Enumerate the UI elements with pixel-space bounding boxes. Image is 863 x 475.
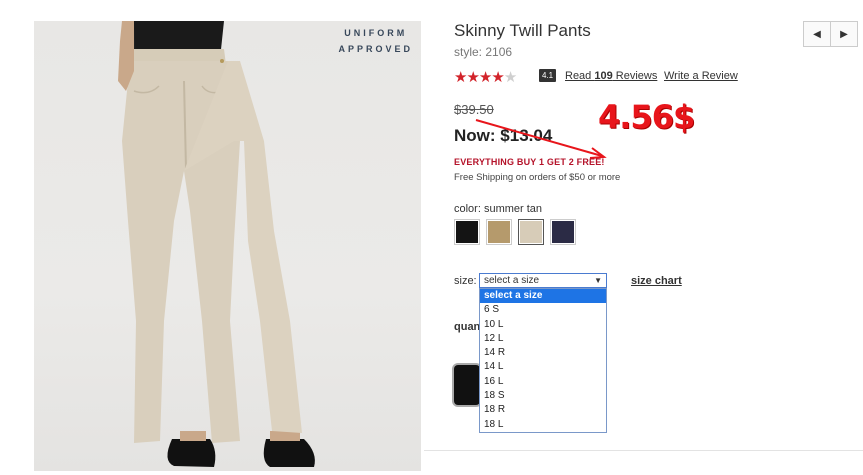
size-select[interactable]: select a size ▼ [479,273,607,288]
swatch-navy[interactable] [550,219,576,245]
uniform-approved-badge: UNIFORM APPROVED [338,28,413,54]
dropdown-arrow-icon: ▼ [594,276,602,285]
size-option[interactable]: 16 L [480,375,606,389]
rating-stars: ★★★★★ [454,68,517,86]
swatch-khaki[interactable] [486,219,512,245]
add-to-bag-button[interactable] [454,365,480,405]
promo-text: EVERYTHING BUY 1 GET 2 FREE! [454,157,605,167]
size-option[interactable]: select a size [480,289,606,304]
size-option[interactable]: 18 L [480,418,606,432]
prev-arrow-button[interactable]: ◀ [803,21,831,47]
read-reviews-link[interactable]: Read 109 Reviews [565,70,657,82]
product-title: Skinny Twill Pants [454,21,591,40]
size-option[interactable]: 12 L [480,332,606,346]
star-icon: ★ [454,69,467,86]
quantity-label: quan [454,321,481,333]
product-nav: ◀ ▶ [803,21,858,47]
next-arrow-button[interactable]: ▶ [831,21,858,47]
star-icon: ★ [466,69,479,86]
size-option[interactable]: 18 S [480,389,606,403]
size-option[interactable]: 10 L [480,318,606,332]
swatch-summer-tan[interactable] [518,219,544,245]
color-swatches [454,219,576,245]
size-select-value: select a size [484,275,540,286]
color-label: color: summer tan [454,203,543,215]
product-image: UNIFORM APPROVED [34,21,421,471]
star-icon: ★ [503,69,517,86]
rating-value-badge: 4.1 [539,69,557,82]
star-icon: ★ [478,69,492,86]
size-option[interactable]: 14 R [480,346,606,360]
swatch-black[interactable] [454,219,480,245]
shipping-text: Free Shipping on orders of $50 or more [454,172,621,183]
size-chart-link[interactable]: size chart [631,275,682,287]
size-label: size: [454,275,477,287]
star-icon: ★ [491,69,504,86]
size-option[interactable]: 18 R [480,403,606,417]
size-dropdown-list: select a size 6 S 10 L 12 L 14 R 14 L 16… [479,288,607,433]
overlay-price-annotation: 4.56$ [598,98,695,136]
write-review-link[interactable]: Write a Review [664,70,738,82]
size-option[interactable]: 6 S [480,303,606,317]
size-option[interactable]: 14 L [480,360,606,374]
pants-illustration [118,21,315,467]
divider [424,450,863,451]
product-style-number: style: 2106 [454,45,513,59]
